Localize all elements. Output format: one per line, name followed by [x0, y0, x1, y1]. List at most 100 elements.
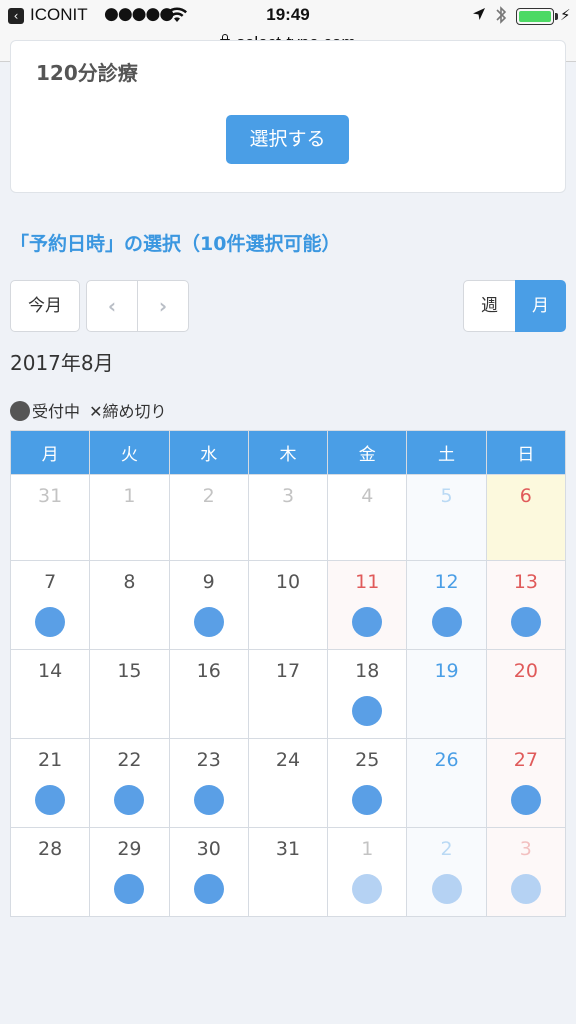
available-dot-icon[interactable]	[431, 874, 462, 904]
calendar-day-cell: 31	[247, 827, 329, 917]
day-number: 1	[123, 485, 136, 507]
weekday-header: 火	[89, 430, 170, 475]
calendar-day-cell: 8	[89, 560, 170, 650]
day-number: 12	[434, 571, 459, 593]
legend-closed-label: 締め切り	[102, 402, 167, 421]
closed-x-icon: ✕	[89, 402, 103, 421]
month-label: 2017年8月	[10, 351, 114, 375]
day-number: 20	[513, 660, 538, 682]
day-number: 3	[519, 838, 532, 860]
calendar-week-row: 7 8 9 10 11 12 13	[9, 560, 567, 650]
calendar-day-cell[interactable]: 29	[89, 827, 170, 917]
calendar-day-cell: 17	[247, 649, 329, 739]
calendar-day-cell[interactable]: 1	[327, 827, 408, 917]
available-dot-icon[interactable]	[352, 874, 383, 904]
day-number: 18	[355, 660, 380, 682]
bluetooth-icon	[496, 6, 507, 24]
month-view-button[interactable]: 月	[515, 280, 566, 332]
menu-title: 120分診療	[36, 61, 138, 85]
chevron-right-icon: ›	[158, 294, 168, 318]
prev-month-button[interactable]: ‹	[86, 280, 138, 332]
weekday-header: 月	[9, 430, 91, 475]
day-number: 11	[355, 571, 380, 593]
calendar-day-cell: 4	[327, 474, 408, 561]
day-number: 31	[275, 838, 301, 860]
calendar-day-cell[interactable]: 2	[406, 827, 487, 917]
day-number: 3	[281, 485, 295, 507]
calendar-day-cell: 1	[89, 474, 170, 561]
available-dot-icon[interactable]	[510, 874, 541, 904]
available-dot-icon[interactable]	[510, 607, 541, 637]
available-dot-icon[interactable]	[193, 874, 224, 904]
day-number: 9	[202, 571, 215, 593]
available-dot-icon[interactable]	[352, 607, 383, 637]
available-dot-icon[interactable]	[352, 785, 383, 815]
day-number: 25	[355, 749, 380, 771]
calendar-day-cell: 10	[247, 560, 329, 650]
legend: 受付中 ✕締め切り	[10, 398, 167, 422]
calendar-day-cell: 6	[485, 474, 567, 561]
section-title: 「予約日時」の選択（10件選択可能）	[10, 233, 341, 255]
calendar-grid: 月 火 水 木 金 土 日 31 1 2 3 4 5 6 7 8 9 10 11 12 13 14 15 16 1…	[9, 430, 567, 917]
calendar-day-cell[interactable]: 7	[9, 560, 91, 650]
battery-icon	[516, 8, 554, 25]
this-month-button[interactable]: 今月	[10, 280, 80, 332]
day-number: 23	[196, 749, 221, 771]
available-dot-icon[interactable]	[114, 874, 145, 904]
calendar-day-cell: 3	[247, 474, 329, 561]
calendar-day-cell[interactable]: 9	[168, 560, 249, 650]
day-number: 4	[361, 485, 374, 507]
calendar-day-cell[interactable]: 11	[327, 560, 408, 650]
day-number: 13	[513, 571, 538, 593]
calendar-day-cell: 20	[485, 649, 567, 739]
calendar-day-cell: 24	[247, 738, 329, 828]
available-dot-icon[interactable]	[114, 785, 145, 815]
calendar-day-cell: 2	[168, 474, 249, 561]
weekday-header-row: 月 火 水 木 金 土 日	[9, 430, 567, 475]
calendar-day-cell[interactable]: 22	[89, 738, 170, 828]
day-number: 15	[117, 660, 142, 682]
legend-open-label: 受付中	[32, 402, 81, 421]
available-dot-icon[interactable]	[352, 696, 383, 726]
day-number: 21	[38, 749, 63, 771]
day-number: 16	[196, 660, 221, 682]
day-number: 22	[117, 749, 142, 771]
available-dot-icon	[10, 401, 30, 421]
day-number: 28	[38, 838, 63, 860]
available-dot-icon[interactable]	[193, 607, 224, 637]
calendar-day-cell[interactable]: 25	[327, 738, 408, 828]
day-number: 31	[38, 485, 63, 507]
calendar-day-cell: 26	[406, 738, 487, 828]
day-number: 27	[513, 749, 538, 771]
weekday-header: 金	[327, 430, 408, 475]
calendar-day-cell[interactable]: 30	[168, 827, 249, 917]
calendar-day-cell[interactable]: 23	[168, 738, 249, 828]
weekday-header: 土	[406, 430, 487, 475]
available-dot-icon[interactable]	[510, 785, 541, 815]
available-dot-icon[interactable]	[35, 785, 66, 815]
day-number: 1	[361, 838, 374, 860]
day-number: 7	[44, 571, 57, 593]
select-button[interactable]: 選択する	[226, 115, 349, 164]
available-dot-icon[interactable]	[35, 607, 66, 637]
weekday-header: 日	[485, 430, 567, 475]
calendar-day-cell[interactable]: 12	[406, 560, 487, 650]
calendar-day-cell[interactable]: 27	[485, 738, 567, 828]
chevron-left-icon: ‹	[107, 294, 117, 318]
day-number: 6	[519, 485, 532, 507]
available-dot-icon[interactable]	[431, 607, 462, 637]
calendar-day-cell[interactable]: 21	[9, 738, 91, 828]
day-number: 26	[434, 749, 459, 771]
calendar-day-cell[interactable]: 13	[485, 560, 567, 650]
week-view-button[interactable]: 週	[463, 280, 516, 332]
clock: 19:49	[266, 5, 310, 24]
charging-icon: ⚡	[560, 6, 571, 24]
calendar-day-cell[interactable]: 18	[327, 649, 408, 739]
calendar-day-cell: 31	[9, 474, 91, 561]
day-number: 17	[275, 660, 301, 682]
battery-tip	[555, 13, 558, 20]
available-dot-icon[interactable]	[193, 785, 224, 815]
next-month-button[interactable]: ›	[137, 280, 189, 332]
day-number: 14	[38, 660, 63, 682]
calendar-day-cell[interactable]: 3	[485, 827, 567, 917]
